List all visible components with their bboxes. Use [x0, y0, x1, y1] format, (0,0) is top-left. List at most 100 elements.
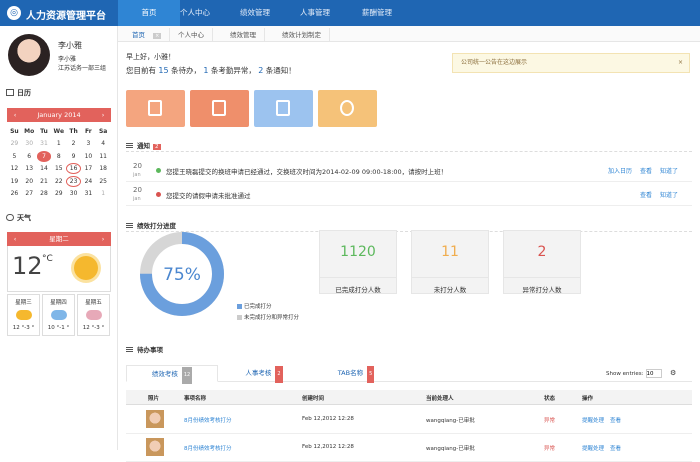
calendar-day[interactable]: 8: [51, 153, 66, 160]
calendar-day[interactable]: 9: [66, 153, 81, 160]
tab-home[interactable]: 首页 ×: [124, 28, 171, 42]
calendar-month: January 2014: [37, 111, 81, 119]
calendar-day[interactable]: 21: [37, 178, 52, 185]
forecast-range: 12 °-3 °: [12, 325, 35, 331]
tab-performance-review[interactable]: 绩效考核 12: [126, 365, 218, 384]
calendar-day[interactable]: 29: [51, 190, 66, 197]
calendar-day[interactable]: 1: [51, 140, 66, 147]
remind-link[interactable]: 提醒处理: [582, 444, 604, 452]
tab-hr-review[interactable]: 人事考核 2: [218, 365, 310, 383]
legend-swatch: [237, 304, 242, 309]
close-icon[interactable]: ×: [678, 54, 683, 72]
edit-icon: [276, 100, 290, 116]
announcement-text: 公司统一公告在这边展示: [461, 59, 528, 66]
list-icon: [126, 143, 133, 149]
nav-performance[interactable]: 绩效管理: [224, 0, 286, 26]
tab-count: 12: [181, 367, 193, 384]
calendar-day[interactable]: 14: [37, 165, 52, 172]
column-header[interactable]: 创建时间: [302, 394, 324, 402]
notify-section-title: 通知 2: [126, 140, 161, 150]
calendar-day[interactable]: 4: [96, 140, 111, 147]
tab-performance-plan[interactable]: 绩效计划制定: [274, 28, 330, 42]
table-row[interactable]: 8月份绩效考核打分 Feb 12,2012 12:28 wangqiang-已审…: [126, 406, 692, 434]
calendar-day[interactable]: 27: [22, 190, 37, 197]
view-link[interactable]: 查看: [640, 166, 652, 175]
quick-tile-award[interactable]: [318, 90, 377, 127]
calendar-day[interactable]: 25: [96, 178, 111, 185]
tab-custom[interactable]: TAB名称 5: [310, 365, 402, 383]
calendar-day[interactable]: 2: [66, 140, 81, 147]
column-header[interactable]: 照片: [148, 394, 159, 402]
column-header[interactable]: 操作: [582, 394, 593, 402]
calendar-next-button[interactable]: ›: [97, 108, 109, 122]
show-entries-input[interactable]: [645, 369, 662, 378]
nav-hr[interactable]: 人事管理: [284, 0, 346, 26]
user-org: 江苏话务一部三组: [58, 65, 107, 72]
add-to-calendar-link[interactable]: 加入日历: [608, 166, 632, 175]
calendar-day[interactable]: 1: [96, 190, 111, 197]
calendar-day[interactable]: 7: [36, 150, 52, 162]
tab-personal-center[interactable]: 个人中心: [170, 28, 213, 42]
calendar-week: 26 27 28 29 30 31 1: [7, 188, 111, 201]
handler: wangqiang-已审批: [426, 418, 475, 424]
calendar-day[interactable]: 13: [22, 165, 37, 172]
calendar-day[interactable]: 3: [81, 140, 96, 147]
calendar-day[interactable]: 24: [81, 178, 96, 185]
column-header[interactable]: 状态: [544, 394, 555, 402]
avatar[interactable]: [8, 34, 50, 76]
calendar-day[interactable]: 20: [22, 178, 37, 185]
column-header[interactable]: 事项名称: [184, 394, 206, 402]
calendar-day[interactable]: 18: [96, 165, 111, 172]
view-link[interactable]: 查看: [610, 444, 621, 452]
calendar-day[interactable]: 28: [37, 190, 52, 197]
notify-day: 20: [133, 186, 142, 194]
task-name-link[interactable]: 8月份绩效考核打分: [184, 416, 232, 424]
view-link[interactable]: 查看: [640, 190, 652, 199]
weather-day: 星期二: [49, 235, 69, 243]
tab-performance[interactable]: 绩效管理: [222, 28, 265, 42]
calendar-day[interactable]: 17: [81, 165, 96, 172]
calendar-day[interactable]: 5: [7, 153, 22, 160]
weather-prev-button[interactable]: ‹: [9, 232, 21, 246]
calendar-day[interactable]: 23: [66, 175, 81, 187]
legend-item: 已完成打分: [237, 302, 272, 310]
pending-count[interactable]: 15: [158, 66, 168, 75]
calendar-day[interactable]: 16: [66, 163, 81, 175]
view-link[interactable]: 查看: [610, 416, 621, 424]
calendar-day[interactable]: 11: [96, 153, 111, 160]
gear-icon[interactable]: ⚙: [670, 369, 676, 377]
weather-next-button[interactable]: ›: [97, 232, 109, 246]
column-header[interactable]: 当前处理人: [426, 394, 454, 402]
notice-count[interactable]: 2: [258, 66, 263, 75]
quick-tile-edit[interactable]: [254, 90, 313, 127]
status-badge: 异常: [544, 446, 556, 452]
top-navbar: ◎ 人力资源管理平台 首页 个人中心 绩效管理 人事管理 薪酬管理: [0, 0, 700, 26]
calendar-day[interactable]: 31: [37, 140, 52, 147]
task-name-link[interactable]: 8月份绩效考核打分: [184, 444, 232, 452]
calendar-day[interactable]: 26: [7, 190, 22, 197]
notify-day: 20: [133, 162, 142, 170]
calendar-day[interactable]: 30: [66, 190, 81, 197]
calendar-day[interactable]: 30: [22, 140, 37, 147]
nav-salary[interactable]: 薪酬管理: [346, 0, 408, 26]
remind-link[interactable]: 提醒处理: [582, 416, 604, 424]
abnormal-count[interactable]: 1: [203, 66, 208, 75]
calendar-day[interactable]: 10: [81, 153, 96, 160]
close-icon[interactable]: ×: [153, 33, 162, 39]
calendar-day[interactable]: 6: [22, 153, 37, 160]
table-row[interactable]: 8月份绩效考核打分 Feb 12,2012 12:28 wangqiang-已审…: [126, 434, 692, 462]
calendar-day[interactable]: 22: [51, 178, 66, 185]
calendar-prev-button[interactable]: ‹: [9, 108, 21, 122]
calendar-day[interactable]: 19: [7, 178, 22, 185]
calendar-day[interactable]: 31: [81, 190, 96, 197]
calendar-day[interactable]: 29: [7, 140, 22, 147]
nav-personal-center[interactable]: 个人中心: [164, 0, 226, 26]
user-name: 李小雅: [58, 41, 82, 50]
dismiss-link[interactable]: 知道了: [660, 190, 678, 199]
calendar-day[interactable]: 15: [51, 165, 66, 172]
notify-month: jan: [133, 196, 141, 202]
calendar-day[interactable]: 12: [7, 165, 22, 172]
dismiss-link[interactable]: 知道了: [660, 166, 678, 175]
quick-tile-tasks[interactable]: [126, 90, 185, 127]
quick-tile-settings[interactable]: [190, 90, 249, 127]
